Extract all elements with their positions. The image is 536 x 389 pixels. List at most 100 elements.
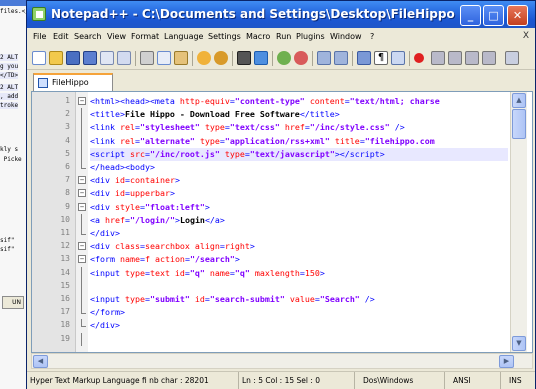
- background-text-fragment: Picke: [0, 156, 22, 163]
- status-mode: INS: [509, 376, 522, 385]
- toolbar-separator: [352, 51, 353, 66]
- horizontal-scrollbar[interactable]: ◀ ▶: [31, 353, 533, 369]
- background-window-tab[interactable]: UN: [2, 296, 24, 309]
- menu-language[interactable]: Language: [164, 32, 203, 41]
- line-number: 6: [65, 162, 70, 171]
- menu-help[interactable]: ?: [370, 32, 374, 41]
- tab-filehippo[interactable]: FileHippo: [33, 73, 113, 92]
- menu-window[interactable]: Window: [330, 32, 362, 41]
- notepad-app-icon[interactable]: [32, 7, 46, 21]
- line-number: 10: [60, 214, 70, 224]
- close-file-icon[interactable]: [100, 51, 114, 65]
- menu-settings[interactable]: Settings: [208, 32, 241, 41]
- vertical-scrollbar[interactable]: ▲ ▼: [510, 92, 527, 352]
- replace-icon[interactable]: [254, 51, 268, 65]
- status-bar: Hyper Text Markup Language fi nb char : …: [27, 371, 535, 389]
- play-macro-icon[interactable]: [448, 51, 462, 65]
- code-line[interactable]: </head><body>: [90, 161, 155, 174]
- scroll-down-arrow-icon[interactable]: ▼: [512, 336, 526, 351]
- fold-end-marker: [81, 167, 86, 169]
- menu-plugins[interactable]: Plugins: [296, 32, 325, 41]
- undo-icon[interactable]: [197, 51, 211, 65]
- menu-run[interactable]: Run: [276, 32, 291, 41]
- sync-vertical-icon[interactable]: [317, 51, 331, 65]
- status-eol: Dos\Windows: [355, 372, 445, 389]
- background-text-fragment: sif": [0, 246, 15, 253]
- code-line[interactable]: <div id=container>: [90, 174, 180, 187]
- code-line[interactable]: <link rel="stylesheet" type="text/css" h…: [90, 121, 405, 134]
- code-line[interactable]: <div class=searchbox align=right>: [90, 240, 255, 253]
- fold-toggle-icon[interactable]: −: [78, 189, 86, 198]
- save-all-icon[interactable]: [83, 51, 97, 65]
- zoom-in-icon[interactable]: [277, 51, 291, 65]
- toolbar-overflow-icon[interactable]: [505, 51, 519, 65]
- code-line[interactable]: </div>: [90, 227, 120, 240]
- menu-format[interactable]: Format: [131, 32, 159, 41]
- scroll-up-arrow-icon[interactable]: ▲: [512, 93, 526, 108]
- menu-edit[interactable]: Edit: [53, 32, 69, 41]
- find-icon[interactable]: [237, 51, 251, 65]
- tab-label: FileHippo: [52, 78, 89, 87]
- scroll-left-arrow-icon[interactable]: ◀: [33, 355, 48, 368]
- fold-toggle-icon[interactable]: −: [78, 176, 86, 185]
- fold-margin[interactable]: [76, 92, 88, 352]
- close-all-icon[interactable]: [117, 51, 131, 65]
- code-line[interactable]: <a href="/login/">Login</a>: [90, 214, 225, 227]
- code-line[interactable]: <input type=text id="q" name="q" maxleng…: [90, 267, 325, 280]
- stop-record-icon[interactable]: [431, 51, 445, 65]
- document-icon: [38, 78, 48, 88]
- zoom-out-icon[interactable]: [294, 51, 308, 65]
- code-line[interactable]: <input type="submit" id="search-submit" …: [90, 293, 375, 306]
- code-line[interactable]: </form>: [90, 306, 125, 319]
- line-number: 12: [60, 241, 70, 251]
- line-number: 3: [65, 122, 70, 132]
- line-number: 9: [65, 201, 70, 211]
- code-line[interactable]: <link rel="alternate" type="application/…: [90, 135, 435, 148]
- fold-toggle-icon[interactable]: −: [78, 202, 86, 211]
- save-icon[interactable]: [66, 51, 80, 65]
- menu-macro[interactable]: Macro: [246, 32, 270, 41]
- code-line[interactable]: <form name=f action="/search">: [90, 253, 240, 266]
- menu-search[interactable]: Search: [74, 32, 101, 41]
- save-macro-icon[interactable]: [482, 51, 496, 65]
- new-file-icon[interactable]: [32, 51, 46, 65]
- code-line[interactable]: <title>File Hippo - Download Free Softwa…: [90, 108, 340, 121]
- scroll-right-arrow-icon[interactable]: ▶: [499, 355, 514, 368]
- copy-icon[interactable]: [157, 51, 171, 65]
- code-editor[interactable]: 1 2 3 4 5 6 7 8 9 10 11 12 13 14 15 16 17 18 19 <html><hea…: [31, 91, 533, 353]
- fold-toggle-icon[interactable]: −: [78, 97, 86, 105]
- record-macro-icon[interactable]: [414, 53, 424, 63]
- fold-toggle-icon[interactable]: −: [78, 255, 86, 264]
- maximize-button[interactable]: □: [483, 5, 504, 26]
- title-bar[interactable]: Notepad++ - C:\Documents and Settings\De…: [27, 1, 535, 28]
- line-number: 18: [60, 320, 70, 330]
- background-text-fragment: troke: [0, 102, 19, 109]
- sync-horizontal-icon[interactable]: [334, 51, 348, 65]
- indent-guide-icon[interactable]: [391, 51, 405, 65]
- toolbar-separator: [272, 51, 273, 66]
- fold-end-marker: [81, 233, 86, 235]
- paste-icon[interactable]: [174, 51, 188, 65]
- menu-view[interactable]: View: [107, 32, 126, 41]
- close-button[interactable]: ✕: [507, 5, 528, 26]
- toolbar-separator: [192, 51, 193, 66]
- code-line[interactable]: <script src="/inc/root.js" type="text/ja…: [90, 147, 508, 161]
- show-all-chars-icon[interactable]: ¶: [374, 51, 388, 65]
- code-line[interactable]: <div id=upperbar>: [90, 187, 175, 200]
- vertical-scroll-thumb[interactable]: [512, 109, 526, 139]
- code-line[interactable]: <div style="float:left">: [90, 201, 210, 214]
- run-macro-multiple-icon[interactable]: [465, 51, 479, 65]
- menu-file[interactable]: File: [33, 32, 46, 41]
- redo-icon[interactable]: [214, 51, 228, 65]
- fold-line: [81, 147, 82, 161]
- fold-toggle-icon[interactable]: −: [78, 242, 86, 251]
- minimize-button[interactable]: _: [460, 5, 481, 26]
- fold-line: [81, 213, 82, 227]
- word-wrap-icon[interactable]: [357, 51, 371, 65]
- close-document-button[interactable]: X: [523, 31, 529, 41]
- code-line[interactable]: <html><head><meta http-equiv="content-ty…: [90, 95, 440, 108]
- code-line[interactable]: </div>: [90, 319, 120, 332]
- background-text-fragment: sif": [0, 237, 15, 244]
- cut-icon[interactable]: [140, 51, 154, 65]
- open-file-icon[interactable]: [49, 51, 63, 65]
